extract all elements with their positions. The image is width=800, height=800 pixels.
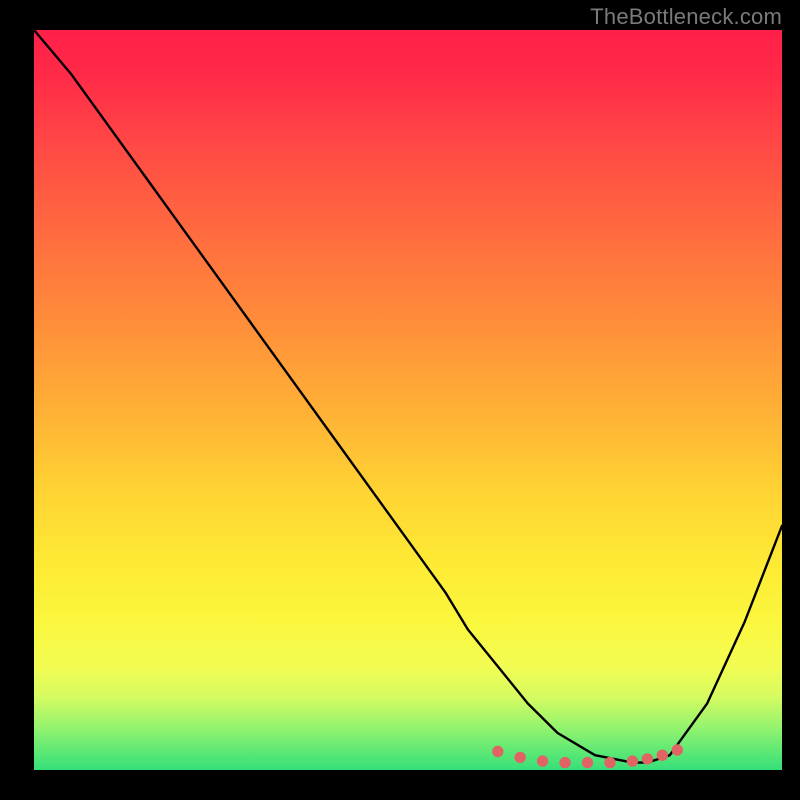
highlight-dot bbox=[657, 750, 667, 760]
highlight-dot bbox=[537, 756, 547, 766]
chart-svg bbox=[34, 30, 782, 770]
highlight-dot bbox=[642, 754, 652, 764]
highlight-dot bbox=[627, 756, 637, 766]
watermark-label: TheBottleneck.com bbox=[590, 4, 782, 30]
highlight-dot bbox=[672, 745, 682, 755]
plot-area bbox=[34, 30, 782, 770]
bottleneck-curve-line bbox=[34, 30, 782, 763]
highlight-dot bbox=[515, 752, 525, 762]
highlight-dot bbox=[560, 757, 570, 767]
highlight-dots-group bbox=[493, 745, 683, 768]
highlight-dot bbox=[582, 757, 592, 767]
curve-group bbox=[34, 30, 782, 763]
chart-frame: TheBottleneck.com bottleneck-curve highl… bbox=[0, 0, 800, 800]
highlight-dot bbox=[605, 757, 615, 767]
highlight-dot bbox=[493, 746, 503, 756]
